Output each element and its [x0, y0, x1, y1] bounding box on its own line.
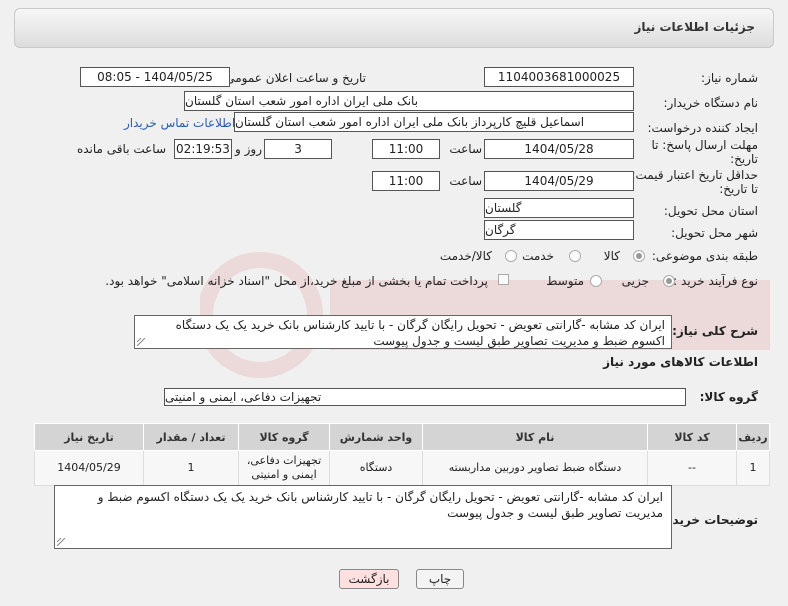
deadline-time-field: 11:00: [372, 139, 440, 159]
days-label: روز و: [235, 142, 262, 156]
cell-unit: دستگاه: [329, 450, 423, 486]
goods-group-label: گروه کالا:: [699, 390, 758, 404]
category-label: طبقه بندی موضوعی:: [651, 249, 758, 263]
col-unit: واحد شمارش: [329, 423, 423, 451]
deadline-time-label: ساعت: [449, 142, 482, 156]
valid-time-label: ساعت: [449, 174, 482, 188]
goods-group-field: تجهیزات دفاعی، ایمنی و امنیتی: [164, 388, 686, 406]
resize-handle-icon: [57, 538, 65, 546]
payment-note: پرداخت تمام یا بخشی از مبلغ خرید،از محل …: [105, 274, 488, 288]
table-header-row: ردیف کد کالا نام کالا واحد شمارش گروه کا…: [34, 423, 770, 451]
days-field: 3: [264, 139, 332, 159]
cell-name: دستگاه ضبط تصاویر دوربین مداربسته: [422, 450, 648, 486]
process-radio-minor[interactable]: [663, 275, 675, 287]
treasury-checkbox[interactable]: [498, 274, 509, 285]
resize-handle-icon: [137, 338, 145, 346]
deadline-label-2: تاریخ:: [730, 152, 758, 166]
announce-label: تاریخ و ساعت اعلان عمومی:: [221, 71, 366, 85]
goods-info-title: اطلاعات کالاهای مورد نیاز: [603, 355, 758, 369]
valid-date-field: 1404/05/29: [484, 171, 634, 191]
category-radio-goods[interactable]: [633, 250, 645, 262]
col-date: تاریخ نیاز: [34, 423, 144, 451]
process-radio-medium[interactable]: [590, 275, 602, 287]
description-text: ایران کد مشابه -گارانتی تعویض - تحویل را…: [175, 318, 665, 348]
province-field: گلستان: [484, 198, 634, 218]
buyer-notes-textarea[interactable]: ایران کد مشابه -گارانتی تعویض - تحویل را…: [54, 485, 672, 549]
buyer-notes-text: ایران کد مشابه -گارانتی تعویض - تحویل را…: [97, 490, 663, 520]
col-group: گروه کالا: [238, 423, 330, 451]
buyer-org-field: بانک ملی ایران اداره امور شعب استان گلست…: [184, 91, 634, 111]
requester-field: اسماعیل قلیچ کارپرداز بانک ملی ایران ادا…: [234, 112, 634, 132]
process-option-minor: جزیی: [621, 274, 649, 288]
header-panel: جزئیات اطلاعات نیاز: [14, 8, 774, 48]
cell-date: 1404/05/29: [34, 450, 144, 486]
remaining-label: ساعت باقی مانده: [76, 142, 166, 156]
table-row: 1 -- دستگاه ضبط تصاویر دوربین مداربسته د…: [34, 450, 770, 486]
province-label: استان محل تحویل:: [663, 204, 758, 218]
contact-buyer-link[interactable]: اطلاعات تماس خریدار: [124, 116, 235, 130]
col-name: نام کالا: [422, 423, 648, 451]
print-button[interactable]: چاپ: [416, 569, 464, 589]
page-title: جزئیات اطلاعات نیاز: [634, 20, 755, 34]
deadline-date-field: 1404/05/28: [484, 139, 634, 159]
min-valid-label-2: تا تاریخ:: [719, 182, 758, 196]
goods-table: ردیف کد کالا نام کالا واحد شمارش گروه کا…: [34, 423, 770, 486]
deadline-label: مهلت ارسال پاسخ: تا: [651, 138, 758, 152]
cell-group: تجهیزات دفاعی، ایمنی و امنیتی: [238, 450, 330, 486]
need-number-label: شماره نیاز:: [701, 71, 758, 85]
announce-field: 1404/05/25 - 08:05: [80, 67, 230, 87]
category-option-goods: کالا: [603, 249, 620, 263]
col-code: کد کالا: [647, 423, 737, 451]
category-option-goods-service: کالا/خدمت: [439, 249, 492, 263]
category-option-service: خدمت: [522, 249, 554, 263]
buyer-org-label: نام دستگاه خریدار:: [663, 96, 759, 110]
process-option-medium: متوسط: [546, 274, 584, 288]
back-button[interactable]: بازگشت: [339, 569, 399, 589]
requester-label: ایجاد کننده درخواست:: [647, 121, 758, 135]
city-label: شهر محل تحویل:: [671, 226, 758, 240]
valid-time-field: 11:00: [372, 171, 440, 191]
description-label: شرح کلی نیاز:: [672, 324, 758, 338]
remaining-time-field: 02:19:53: [174, 139, 232, 159]
cell-row: 1: [736, 450, 770, 486]
col-qty: تعداد / مقدار: [143, 423, 239, 451]
need-number-field: 1104003681000025: [484, 67, 634, 87]
cell-code: --: [647, 450, 737, 486]
col-row: ردیف: [736, 423, 770, 451]
category-radio-service[interactable]: [569, 250, 581, 262]
category-radio-goods-service[interactable]: [505, 250, 517, 262]
description-textarea[interactable]: ایران کد مشابه -گارانتی تعویض - تحویل را…: [134, 315, 672, 349]
min-valid-label: حداقل تاریخ اعتبار قیمت:: [631, 168, 758, 182]
process-label: نوع فرآیند خرید :: [673, 274, 758, 288]
cell-qty: 1: [143, 450, 239, 486]
city-field: گرگان: [484, 220, 634, 240]
